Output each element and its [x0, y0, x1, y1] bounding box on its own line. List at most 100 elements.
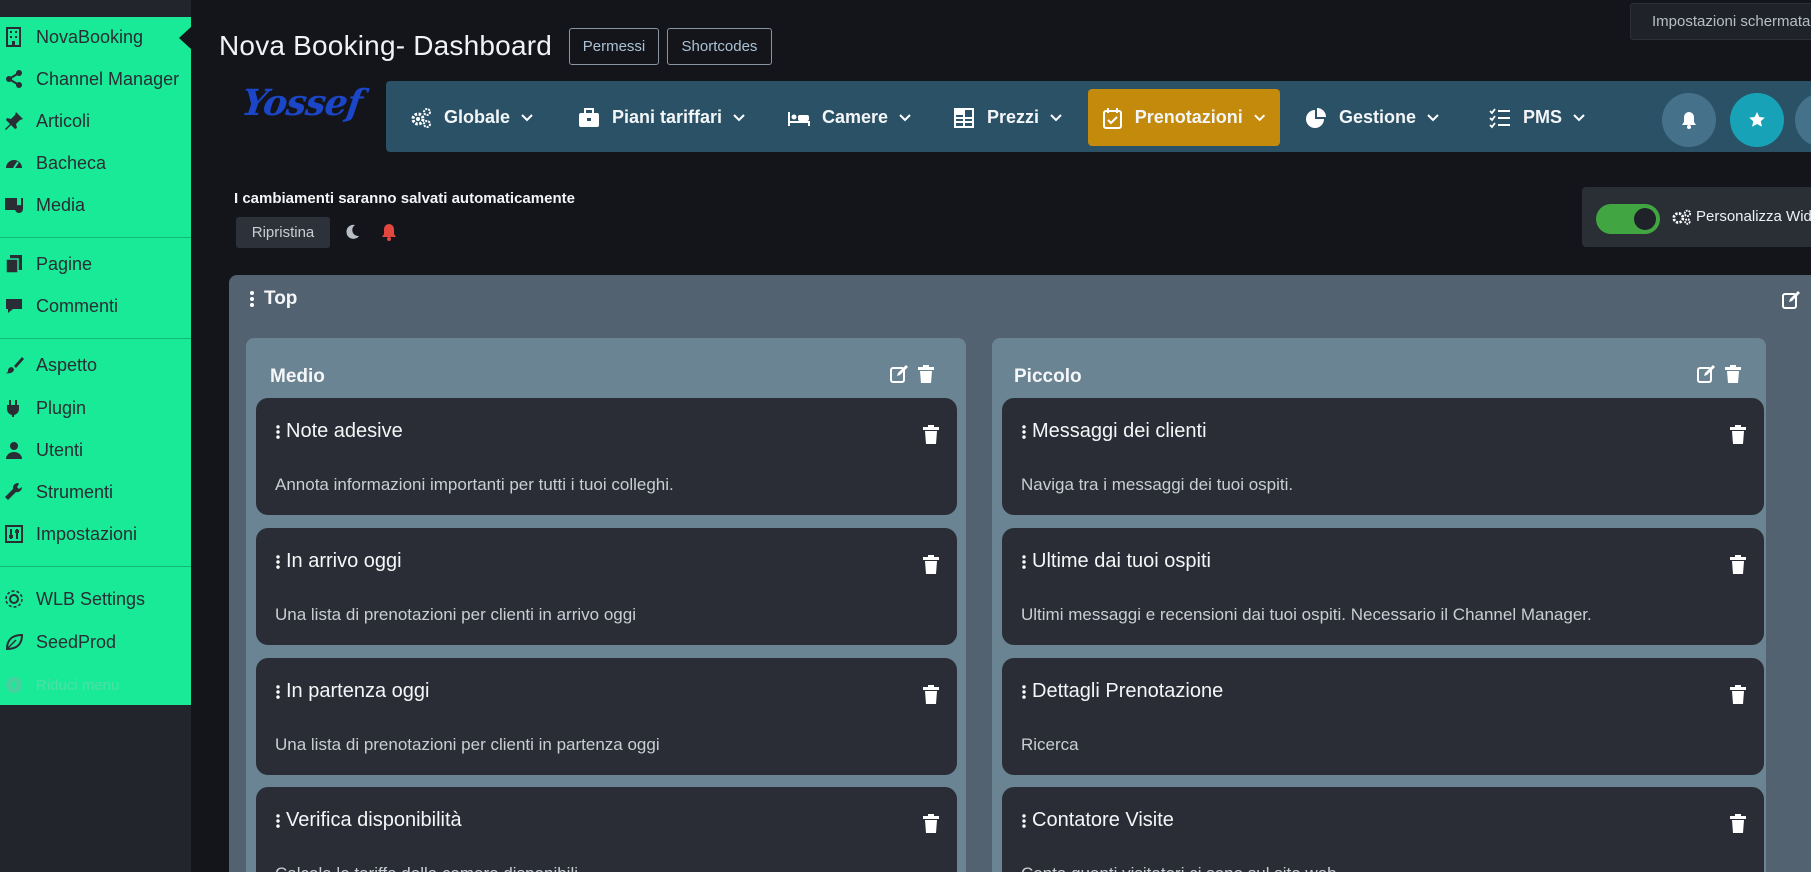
widget-card[interactable]: Messaggi dei clienti Naviga tra i messag…	[1002, 398, 1764, 515]
widget-card[interactable]: Note adesive Annota informazioni importa…	[256, 398, 957, 515]
sidebar-item-strumenti[interactable]: Strumenti	[0, 472, 191, 512]
drag-handle-icon[interactable]	[1022, 684, 1026, 699]
sidebar-item-label: NovaBooking	[36, 26, 144, 47]
trash-icon[interactable]	[916, 364, 936, 384]
sidebar-item-impostazioni[interactable]: Impostazioni	[0, 514, 191, 554]
sidebar-item-aspetto[interactable]: Aspetto	[0, 345, 191, 385]
sidebar-item-utenti[interactable]: Utenti	[0, 430, 191, 470]
nav-label: Prezzi	[987, 107, 1040, 127]
sidebar-item-label: Utenti	[36, 439, 84, 460]
chevron-down-icon	[521, 113, 533, 121]
card-description: Una lista di prenotazioni per clienti in…	[275, 735, 660, 754]
nav-prenotazioni[interactable]: Prenotazioni	[1088, 89, 1280, 146]
toggle-knob	[1634, 208, 1656, 230]
customize-widget-box: Personalizza Widget	[1582, 187, 1811, 247]
list-check-icon	[1489, 107, 1515, 129]
sidebar-item-label: Bacheca	[36, 152, 107, 173]
edit-icon[interactable]	[890, 364, 910, 384]
building-icon	[4, 27, 24, 47]
card-title: Verifica disponibilità	[286, 809, 462, 831]
moon-icon[interactable]	[343, 223, 361, 241]
trash-icon[interactable]	[1729, 555, 1747, 575]
chevron-down-icon	[1573, 113, 1585, 121]
screen-settings-tab[interactable]: Impostazioni schermata	[1630, 3, 1811, 40]
nav-prezzi[interactable]: Prezzi	[939, 89, 1077, 146]
widget-card[interactable]: Ultime dai tuoi ospiti Ultimi messaggi e…	[1002, 528, 1764, 645]
drag-handle-icon[interactable]	[1022, 813, 1026, 828]
sidebar-menu: NovaBooking Channel Manager Articoli Bac…	[0, 17, 191, 705]
notifications-button[interactable]	[1662, 93, 1716, 147]
table-icon	[953, 107, 979, 129]
panel-title[interactable]: Top	[250, 288, 297, 310]
widget-card[interactable]: Verifica disponibilità Calcola le tariff…	[256, 787, 957, 872]
edit-icon[interactable]	[1781, 290, 1801, 310]
customize-widget-text: Personalizza Widget	[1696, 208, 1811, 225]
chevron-down-icon	[1427, 113, 1439, 121]
card-title: In arrivo oggi	[286, 550, 402, 572]
customize-toggle[interactable]	[1596, 204, 1660, 234]
favorites-button[interactable]	[1730, 93, 1784, 147]
sidebar-item-media[interactable]: Media	[0, 185, 191, 225]
plugin-icon	[4, 398, 24, 418]
sidebar-separator	[0, 566, 191, 567]
drag-handle-icon[interactable]	[276, 684, 280, 699]
nav-globale[interactable]: Globale	[396, 89, 548, 146]
permessi-button[interactable]: Permessi	[569, 28, 659, 65]
sidebar-item-channel-manager[interactable]: Channel Manager	[0, 59, 191, 99]
column-title: Piccolo	[1014, 366, 1082, 387]
card-description: Naviga tra i messaggi dei tuoi ospiti.	[1021, 475, 1294, 494]
restore-button[interactable]: Ripristina	[236, 217, 330, 248]
drag-handle-icon[interactable]	[276, 424, 280, 439]
drag-handle-icon[interactable]	[1022, 554, 1026, 569]
trash-icon[interactable]	[922, 685, 940, 705]
sidebar-item-bacheca[interactable]: Bacheca	[0, 143, 191, 183]
settings-icon	[4, 524, 24, 544]
sidebar-item-label: Media	[36, 194, 86, 215]
widget-card[interactable]: In partenza oggi Una lista di prenotazio…	[256, 658, 957, 775]
main-nav: Globale Piani tariffari Camere Prezzi Pr…	[386, 81, 1811, 152]
nav-label: Prenotazioni	[1134, 107, 1243, 127]
nav-gestione[interactable]: Gestione	[1291, 89, 1454, 146]
chevron-down-icon	[1050, 113, 1062, 121]
sidebar-item-label: Aspetto	[36, 354, 98, 375]
gear-network-icon	[4, 589, 24, 609]
drag-handle-icon[interactable]	[1022, 424, 1026, 439]
sidebar-item-plugin[interactable]: Plugin	[0, 388, 191, 428]
sidebar-item-seedprod[interactable]: SeedProd	[0, 622, 191, 662]
bell-icon	[1682, 112, 1696, 129]
sidebar-item-label: Impostazioni	[36, 523, 138, 544]
pie-chart-icon	[1305, 107, 1331, 129]
sidebar-item-articoli[interactable]: Articoli	[0, 101, 191, 141]
trash-icon[interactable]	[1729, 425, 1747, 445]
trash-icon[interactable]	[922, 814, 940, 834]
nav-camere[interactable]: Camere	[774, 89, 926, 146]
widget-card[interactable]: In arrivo oggi Una lista di prenotazioni…	[256, 528, 957, 645]
edit-icon[interactable]	[1697, 364, 1717, 384]
sidebar-item-wlb-settings[interactable]: WLB Settings	[0, 579, 191, 619]
trash-icon[interactable]	[922, 425, 940, 445]
comment-icon	[4, 296, 24, 316]
widget-card[interactable]: Contatore Visite Conta quanti visitatori…	[1002, 787, 1764, 872]
shortcodes-button[interactable]: Shortcodes	[667, 28, 772, 65]
card-description: Ultimi messaggi e recensioni dai tuoi os…	[1021, 605, 1592, 624]
sidebar-item-pagine[interactable]: Pagine	[0, 244, 191, 284]
drag-handle-icon[interactable]	[250, 291, 254, 307]
nav-pms[interactable]: PMS	[1475, 89, 1600, 146]
star-icon	[1749, 112, 1765, 127]
drag-handle-icon[interactable]	[276, 813, 280, 828]
sidebar-item-novabooking[interactable]: NovaBooking	[0, 17, 191, 57]
trash-icon[interactable]	[1723, 364, 1743, 384]
drag-handle-icon[interactable]	[276, 554, 280, 569]
widget-card[interactable]: Dettagli Prenotazione Ricerca	[1002, 658, 1764, 775]
chevron-down-icon	[899, 113, 911, 121]
customize-widget-label[interactable]: Personalizza Widget	[1672, 208, 1811, 225]
sidebar-item-commenti[interactable]: Commenti	[0, 286, 191, 326]
nav-piani-tariffari[interactable]: Piani tariffari	[564, 89, 760, 146]
sidebar-collapse-menu[interactable]: Riduci menu	[0, 665, 191, 705]
bell-icon[interactable]	[380, 223, 398, 241]
trash-icon[interactable]	[1729, 685, 1747, 705]
chevron-down-icon	[1253, 113, 1265, 121]
trash-icon[interactable]	[1729, 814, 1747, 834]
trash-icon[interactable]	[922, 555, 940, 575]
collapse-icon	[4, 675, 24, 695]
